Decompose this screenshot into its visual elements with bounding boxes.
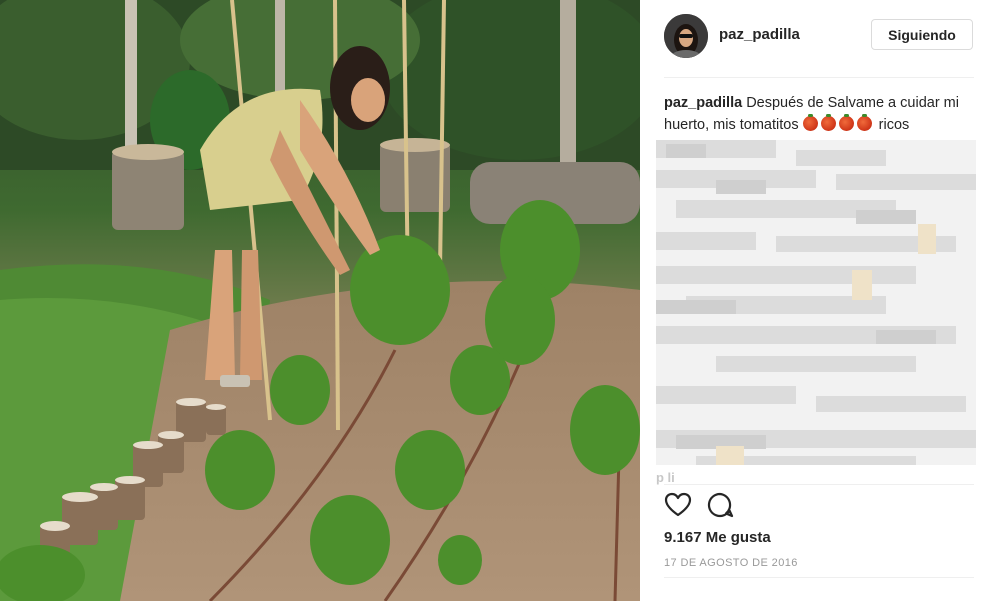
avatar[interactable] <box>664 14 708 58</box>
post-header: paz_padilla Siguiendo <box>640 0 1000 77</box>
pixelated-comments: p li <box>656 140 976 485</box>
footer-divider <box>664 577 974 578</box>
header-username[interactable]: paz_padilla <box>719 26 800 43</box>
tomato-icon <box>802 114 818 131</box>
caption-username[interactable]: paz_padilla <box>664 95 742 111</box>
caption-text-end: ricos <box>878 117 910 133</box>
post-date: 17 DE AGOSTO DE 2016 <box>664 557 798 569</box>
likes-count[interactable]: 9.167 Me gusta <box>664 529 771 546</box>
comments-divider <box>664 484 974 485</box>
partial-comment-text: p li <box>656 470 675 485</box>
blurred-comments: p li <box>656 140 976 485</box>
avatar-image <box>664 14 708 58</box>
heart-icon[interactable] <box>664 491 694 521</box>
tomato-emojis <box>802 114 879 133</box>
garden-photo <box>0 0 640 601</box>
comment-icon[interactable] <box>706 491 736 521</box>
post-photo[interactable] <box>0 0 640 601</box>
action-bar <box>664 491 764 521</box>
post-sidebar: paz_padilla Siguiendo paz_padilla Despué… <box>640 0 1000 601</box>
tomato-icon <box>856 114 872 131</box>
header-divider <box>664 77 974 78</box>
tomato-icon <box>820 114 836 131</box>
post-caption: paz_padilla Después de Salvame a cuidar … <box>664 92 976 136</box>
following-button[interactable]: Siguiendo <box>871 19 973 50</box>
tomato-icon <box>838 114 854 131</box>
